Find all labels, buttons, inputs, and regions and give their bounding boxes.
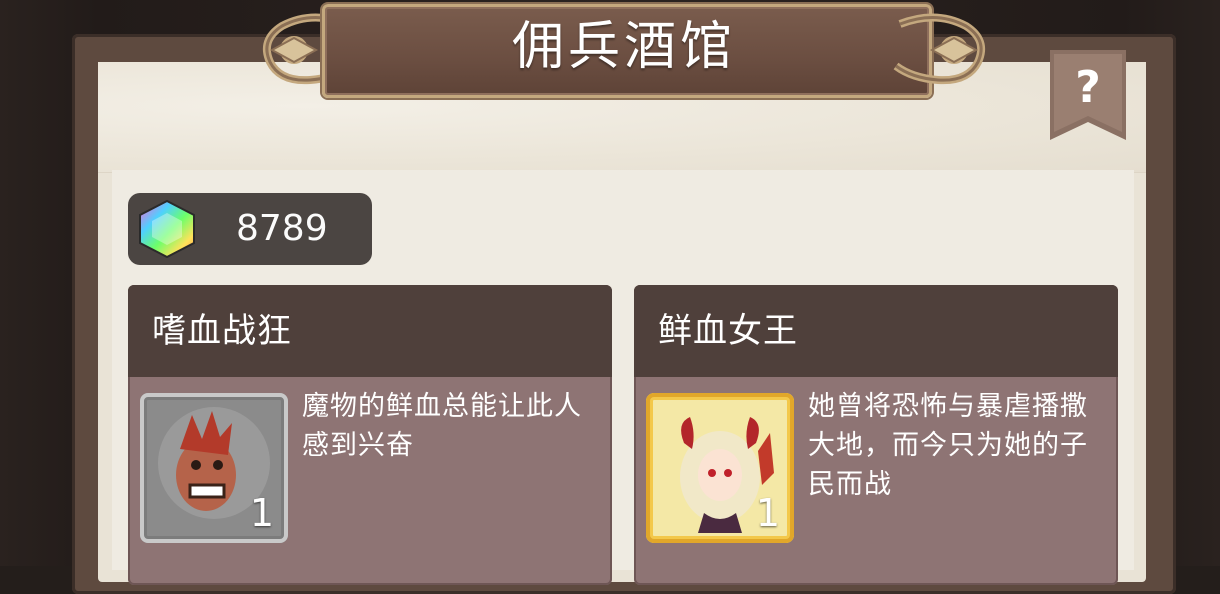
rainbow-gem-icon bbox=[134, 199, 200, 259]
gem-amount: 8789 bbox=[236, 208, 328, 249]
card-header: 嗜血战狂 bbox=[128, 285, 612, 377]
card-description: 她曾将恐怖与暴虐播撒大地，而今只为她的子民而战 bbox=[808, 391, 1088, 500]
card-count: 1 bbox=[249, 491, 274, 535]
portrait-frame[interactable]: 1 bbox=[646, 393, 794, 543]
mercenary-card[interactable]: 嗜血战狂 1 魔物的鲜血总能让此人感到兴奋 bbox=[128, 285, 612, 585]
card-header: 鲜血女王 bbox=[634, 285, 1118, 377]
card-count: 1 bbox=[755, 491, 780, 535]
card-title: 嗜血战狂 bbox=[152, 311, 292, 351]
page-title: 佣兵酒馆 bbox=[511, 17, 736, 77]
portrait-frame[interactable]: 1 bbox=[140, 393, 288, 543]
card-description: 魔物的鲜血总能让此人感到兴奋 bbox=[302, 391, 582, 461]
gem-counter: 8789 bbox=[128, 193, 372, 265]
mercenary-card[interactable]: 鲜血女王 1 她曾将恐怖与暴虐播撒大地，而今只为她的子民而战 bbox=[634, 285, 1118, 585]
banner-ornament-right-icon bbox=[893, 13, 985, 85]
card-title: 鲜血女王 bbox=[658, 311, 798, 351]
title-banner: 佣兵酒馆 bbox=[252, 0, 996, 102]
help-button[interactable]: ? bbox=[1050, 50, 1126, 140]
question-mark-icon: ? bbox=[1075, 62, 1101, 113]
